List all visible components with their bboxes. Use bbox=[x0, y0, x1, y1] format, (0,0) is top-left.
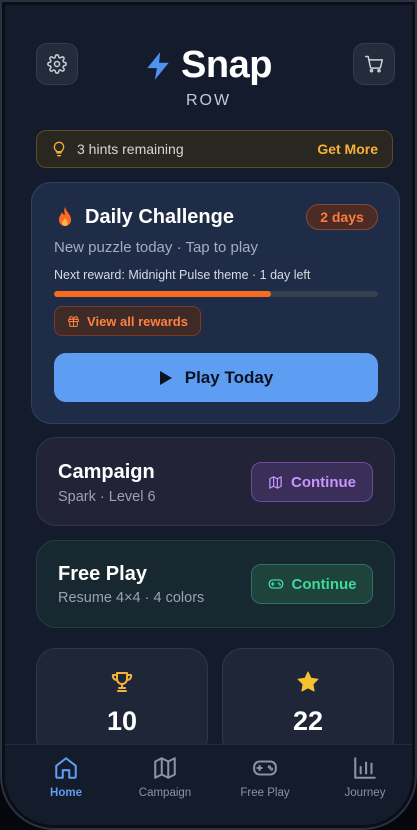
lightning-icon bbox=[147, 51, 169, 80]
device-notch bbox=[150, 0, 270, 4]
get-more-hints-link[interactable]: Get More bbox=[317, 141, 378, 157]
tab-home-label: Home bbox=[50, 787, 82, 799]
play-icon bbox=[159, 370, 172, 385]
tab-journey-label: Journey bbox=[344, 787, 386, 799]
hints-remaining-text: 3 hints remaining bbox=[77, 141, 184, 157]
flame-icon bbox=[59, 207, 71, 226]
free-play-title: Free Play bbox=[58, 563, 147, 585]
star-icon bbox=[297, 671, 319, 692]
campaign-subtitle: Spark · Level 6 bbox=[58, 489, 156, 505]
tab-home[interactable]: Home bbox=[21, 755, 111, 799]
campaign-continue-button[interactable]: Continue bbox=[251, 462, 373, 502]
trophies-stat-card bbox=[36, 648, 208, 758]
bar-chart-icon bbox=[354, 757, 376, 779]
trophy-icon bbox=[111, 672, 133, 692]
trophies-count: 10 bbox=[106, 706, 138, 736]
cart-icon bbox=[364, 55, 384, 73]
campaign-title: Campaign bbox=[58, 461, 155, 483]
stars-count: 22 bbox=[292, 706, 324, 736]
tab-free-play-label: Free Play bbox=[240, 787, 290, 799]
free-play-continue-label: Continue bbox=[291, 575, 357, 593]
view-all-rewards-button[interactable]: View all rewards bbox=[54, 306, 201, 336]
phone-screen: Snap ROW 3 hints remaining Get More Dail… bbox=[0, 0, 417, 830]
stars-stat-card bbox=[222, 648, 394, 758]
daily-challenge-subtitle: New puzzle today · Tap to play bbox=[54, 239, 259, 256]
view-all-rewards-label: View all rewards bbox=[87, 313, 188, 329]
gamepad-icon bbox=[268, 579, 283, 589]
next-reward-text: Next reward: Midnight Pulse theme · 1 da… bbox=[54, 268, 311, 282]
campaign-continue-label: Continue bbox=[291, 473, 356, 491]
cart-button[interactable] bbox=[353, 43, 395, 85]
free-play-continue-button[interactable]: Continue bbox=[251, 564, 373, 604]
free-play-subtitle: Resume 4×4 · 4 colors bbox=[58, 590, 205, 606]
app-subtitle: ROW bbox=[185, 92, 232, 109]
play-today-label: Play Today bbox=[184, 367, 274, 387]
app-title: Snap bbox=[181, 44, 272, 86]
reward-progress-fill bbox=[54, 291, 272, 297]
streak-badge: 2 days bbox=[306, 204, 378, 230]
daily-challenge-title: Daily Challenge bbox=[85, 206, 234, 228]
reward-progress-bar bbox=[54, 291, 378, 297]
gift-icon bbox=[68, 315, 79, 327]
hints-banner: 3 hints remaining Get More bbox=[36, 130, 393, 168]
play-today-button[interactable]: Play Today bbox=[54, 353, 378, 402]
bottom-tab-bar: Home Campaign Free Play Journey bbox=[0, 744, 417, 830]
tab-journey[interactable]: Journey bbox=[320, 755, 410, 799]
gamepad-icon bbox=[253, 760, 277, 776]
map-icon bbox=[154, 757, 176, 779]
map-icon bbox=[269, 475, 282, 489]
tab-campaign[interactable]: Campaign bbox=[120, 755, 210, 799]
home-icon bbox=[55, 757, 77, 779]
tab-free-play[interactable]: Free Play bbox=[220, 755, 310, 799]
lightbulb-icon bbox=[53, 141, 65, 157]
tab-campaign-label: Campaign bbox=[138, 787, 192, 799]
